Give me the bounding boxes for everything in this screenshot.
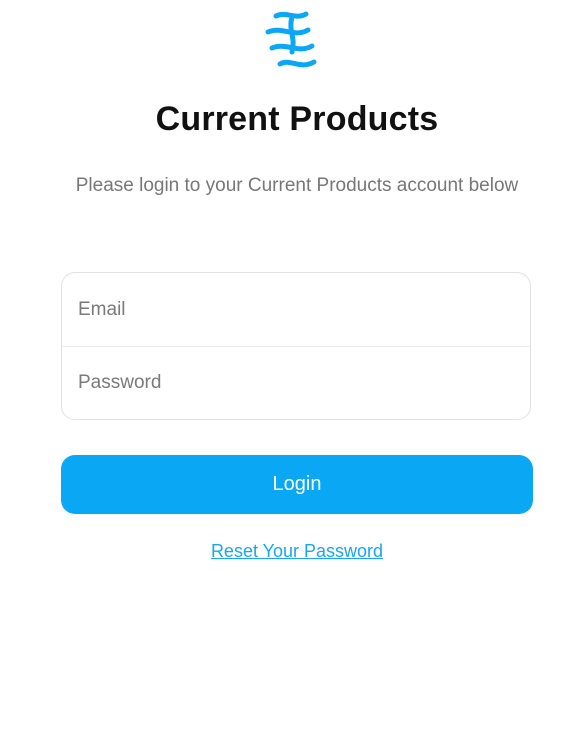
- reset-password-link[interactable]: Reset Your Password: [0, 541, 580, 562]
- page-title: Current Products: [155, 100, 439, 138]
- email-field-row: [62, 273, 530, 347]
- email-field[interactable]: [78, 298, 498, 321]
- password-field[interactable]: [78, 372, 498, 394]
- login-button[interactable]: Login: [61, 455, 533, 514]
- password-field-row: [62, 347, 530, 419]
- login-instructions: Please login to your Current Products ac…: [75, 175, 519, 196]
- current-waves-logo-icon: [262, 8, 332, 74]
- login-screen: Current Products Please login to your Cu…: [0, 0, 580, 751]
- credentials-card: [61, 272, 531, 420]
